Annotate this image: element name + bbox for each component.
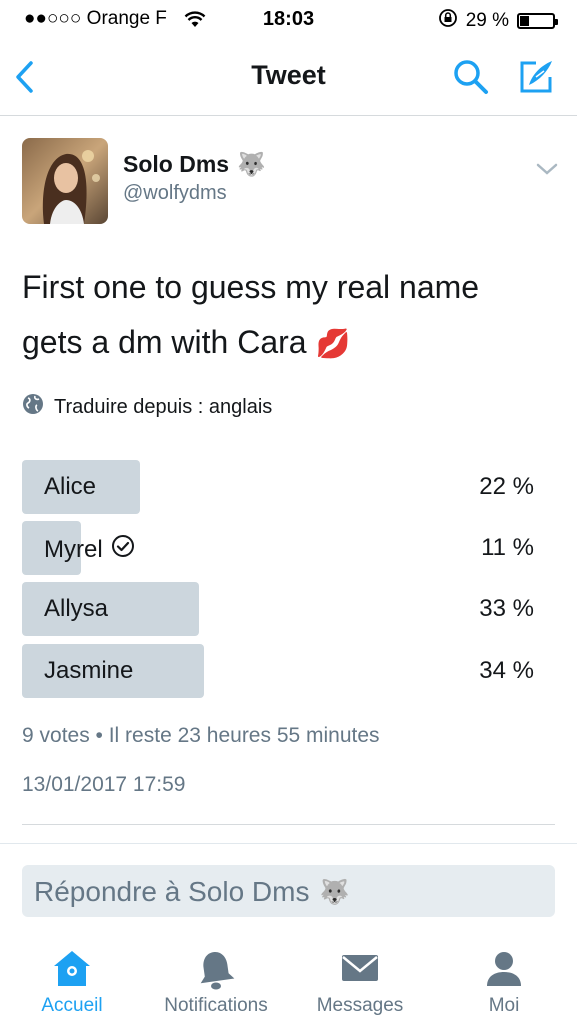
poll-option: Jasmine 34 % — [22, 644, 534, 698]
tweet-text-line-2: gets a dm with Cara 💋 — [22, 315, 542, 371]
wolf-emoji: 🐺 — [237, 151, 266, 177]
poll-option-label: Alice — [44, 473, 96, 501]
translate-link[interactable]: Traduire depuis : anglais — [22, 393, 272, 421]
status-right: 29 % — [438, 8, 558, 34]
tab-label: Accueil — [41, 995, 103, 1016]
reply-placeholder-text: Répondre à Solo Dms — [34, 876, 310, 907]
poll-percent: 11 % — [481, 534, 534, 561]
tab-me[interactable]: Moi — [432, 930, 576, 1024]
display-name[interactable]: Solo Dms 🐺 — [123, 151, 266, 178]
tab-label: Notifications — [164, 995, 268, 1016]
nav-bar: Tweet — [0, 40, 577, 116]
translate-label: Traduire depuis : anglais — [54, 395, 273, 418]
poll-option: Myrel 11 % — [22, 521, 534, 575]
battery-icon — [517, 13, 558, 29]
kiss-emoji: 💋 — [315, 328, 351, 359]
tab-bar: Accueil Notifications Messages Moi — [0, 930, 577, 1024]
tab-notifications[interactable]: Notifications — [144, 930, 288, 1024]
compose-icon[interactable] — [516, 57, 556, 102]
rotation-lock-icon — [438, 8, 458, 34]
poll-option-label: Myrel — [44, 534, 135, 565]
reply-placeholder: Répondre à Solo Dms 🐺 — [34, 876, 349, 908]
check-circle-icon — [111, 534, 135, 565]
bell-icon — [144, 948, 288, 992]
poll-meta: 9 votes • Il reste 23 heures 55 minutes — [22, 724, 380, 747]
status-bar: ●●○○○ Orange F 18:03 29 % — [0, 0, 577, 40]
reply-input[interactable]: Répondre à Solo Dms 🐺 — [22, 865, 555, 917]
poll-option: Allysa 33 % — [22, 582, 534, 636]
divider — [22, 824, 555, 825]
tab-label: Messages — [316, 995, 404, 1016]
page-title: Tweet — [251, 60, 326, 90]
tab-home[interactable]: Accueil — [0, 930, 144, 1024]
poll-option-text: Myrel — [44, 535, 103, 563]
tweet-timestamp: 13/01/2017 17:59 — [22, 773, 186, 796]
avatar[interactable] — [22, 138, 108, 224]
tab-label: Moi — [488, 995, 520, 1016]
wolf-emoji: 🐺 — [319, 878, 350, 906]
tab-messages[interactable]: Messages — [288, 930, 432, 1024]
chevron-down-icon[interactable] — [536, 162, 558, 181]
globe-icon — [22, 393, 44, 421]
home-icon — [0, 948, 144, 992]
poll-percent: 22 % — [479, 473, 534, 500]
poll-option-label: Jasmine — [44, 657, 133, 685]
poll-option-label: Allysa — [44, 595, 108, 623]
person-icon — [432, 948, 576, 992]
envelope-icon — [288, 948, 432, 992]
tweet-text-line-1: First one to guess my real name — [22, 269, 480, 305]
poll-percent: 33 % — [479, 595, 534, 622]
display-name-text: Solo Dms — [123, 151, 230, 177]
tweet-text: First one to guess my real name gets a d… — [22, 260, 542, 371]
poll-option: Alice 22 % — [22, 460, 534, 514]
poll-option-text: Jasmine — [44, 657, 134, 684]
tweet-text-line-2-text: gets a dm with Cara — [22, 324, 307, 360]
user-handle[interactable]: @wolfydms — [123, 182, 227, 205]
poll-option-text: Allysa — [44, 595, 109, 622]
battery-percent: 29 % — [465, 10, 509, 31]
poll-percent: 34 % — [479, 657, 534, 684]
divider — [0, 843, 577, 844]
search-icon[interactable] — [452, 58, 490, 101]
poll-option-text: Alice — [44, 473, 97, 500]
